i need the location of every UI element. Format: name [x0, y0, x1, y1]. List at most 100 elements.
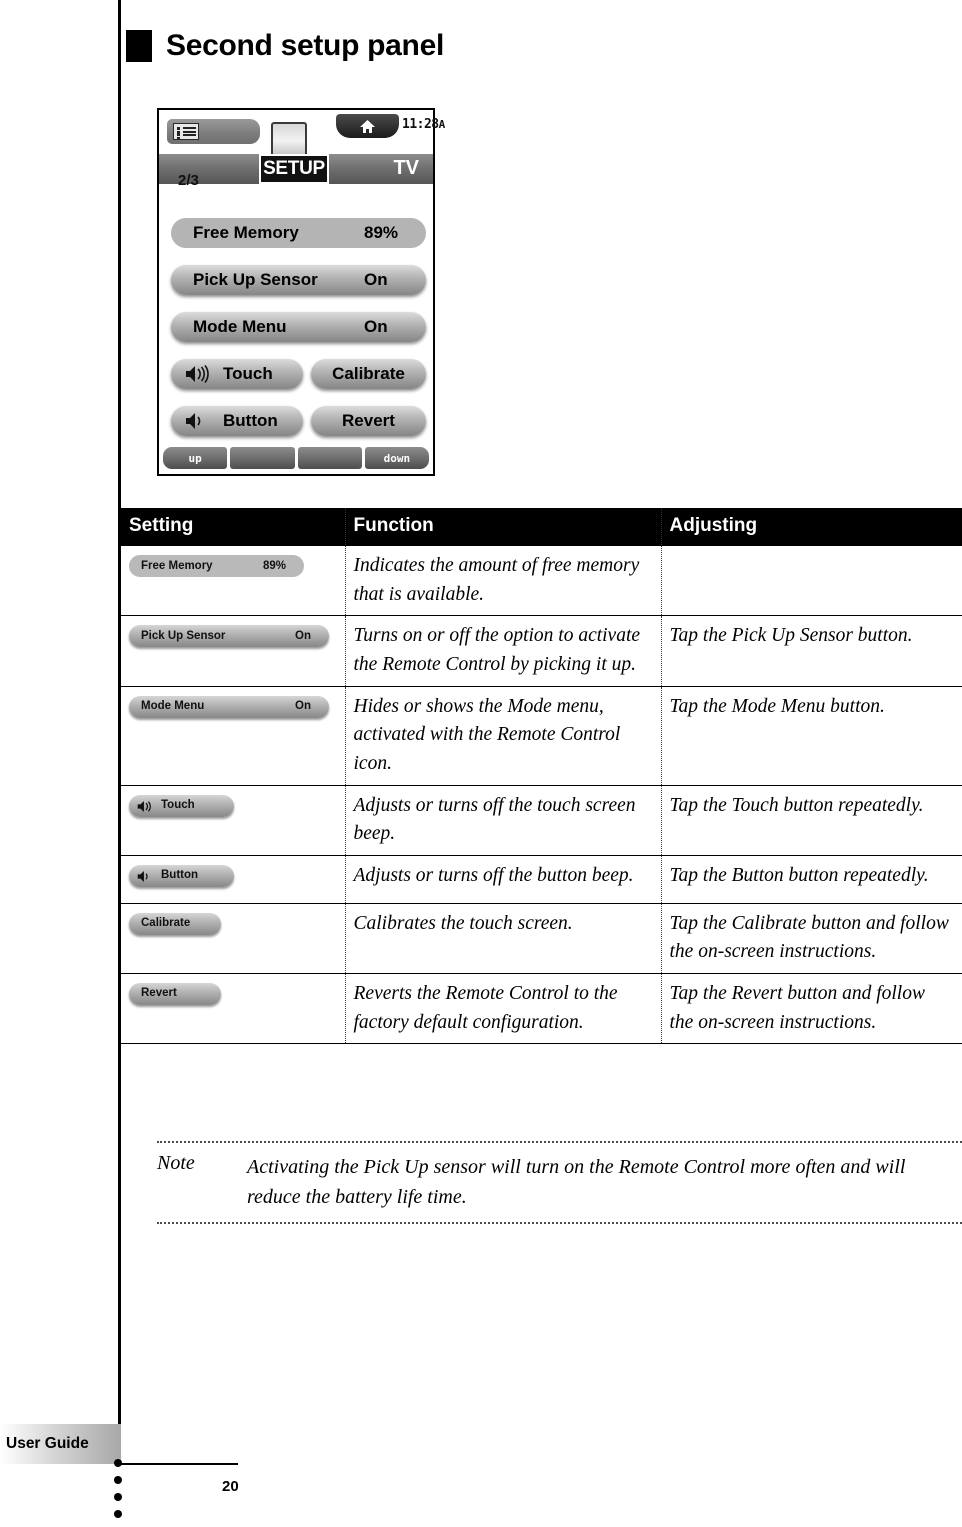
device-button-mode-menu-label: Mode Menu — [193, 317, 287, 336]
home-icon — [359, 119, 376, 134]
setting-button-value: On — [295, 629, 311, 642]
table-cell-setting: Touch — [121, 784, 345, 856]
setting-button-mode-menu[interactable]: Mode Menu On — [129, 695, 329, 718]
note-block: Note Activating the Pick Up sensor will … — [157, 1141, 962, 1224]
table-cell-setting: Button — [121, 854, 345, 904]
device-button-touch[interactable]: Touch — [171, 359, 303, 389]
note-text: Activating the Pick Up sensor will turn … — [247, 1156, 906, 1208]
device-button-revert-label: Revert — [342, 411, 395, 430]
table-cell-setting: Revert — [121, 972, 345, 1045]
device-button-calibrate-label: Calibrate — [332, 364, 405, 383]
setting-button-pick-up-sensor[interactable]: Pick Up Sensor On — [129, 625, 329, 648]
table-cell-adjusting: Tap the Revert button and follow the on-… — [660, 972, 962, 1045]
page-heading: Second setup panel — [126, 30, 444, 62]
device-button-button[interactable]: Button — [171, 406, 303, 436]
speaker-high-icon — [137, 800, 155, 819]
device-menu-tab[interactable] — [167, 119, 260, 144]
table-cell-adjusting: Tap the Pick Up Sensor button. — [660, 615, 962, 687]
device-screenshot: 11:28A SETUP TV 2/3 Free Memory 89% Pick… — [157, 108, 445, 476]
table-row: Button Adjusts or turns off the button be… — [121, 854, 962, 904]
list-menu-icon — [173, 123, 199, 140]
table-header-setting: Setting — [121, 508, 345, 546]
device-button-pickup-sensor-value: On — [364, 270, 388, 289]
note-rule-bottom — [157, 1222, 962, 1224]
setting-button-value: On — [295, 700, 311, 713]
page-title: Second setup panel — [166, 29, 444, 62]
table-row: Calibrate Calibrates the touch screen. Tap… — [121, 902, 962, 974]
setting-button-label: Free Memory — [141, 559, 213, 572]
device-clock: 11:28A — [402, 117, 445, 132]
table-cell-function: Adjusts or turns off the button beep. — [344, 854, 661, 904]
table-cell-function: Hides or shows the Mode menu, activated … — [344, 685, 661, 786]
table-cell-adjusting — [660, 544, 962, 616]
footer-dots — [114, 1459, 122, 1527]
device-button-calibrate[interactable]: Calibrate — [311, 359, 426, 389]
user-guide-page: Second setup panel 11:28A SETUP TV 2/3 F… — [0, 0, 962, 1527]
device-bottombar-blank-1[interactable] — [230, 447, 295, 469]
device-titlebar: SETUP TV — [159, 154, 433, 184]
table-cell-setting: Free Memory 89% — [121, 544, 345, 616]
device-button-pickup-sensor[interactable]: Pick Up Sensor On — [171, 265, 426, 295]
speaker-low-icon — [137, 870, 155, 889]
device-topbar: 11:28A — [159, 110, 445, 160]
setup-chip[interactable]: SETUP — [259, 154, 329, 184]
table-header-row: Setting Function Adjusting — [121, 508, 962, 546]
clock-time: 11:28 — [402, 117, 439, 132]
table-cell-setting: Pick Up Sensor On — [121, 615, 345, 687]
table-cell-adjusting: Tap the Mode Menu button. — [660, 685, 962, 786]
table-cell-adjusting: Tap the Button button repeatedly. — [660, 854, 962, 904]
device-bottombar-down[interactable]: down — [364, 447, 429, 469]
device-bottombar-up[interactable]: up — [163, 447, 228, 469]
device-home-tab[interactable] — [336, 114, 399, 138]
table-cell-setting: Calibrate — [121, 902, 345, 974]
table-body: Free Memory 89% Indicates the amount of fr… — [121, 544, 962, 1045]
device-button-button-label: Button — [223, 411, 278, 430]
device-button-free-memory-label: Free Memory — [193, 223, 299, 242]
setting-button-touch[interactable]: Touch — [129, 794, 234, 819]
note-label: Note — [157, 1152, 195, 1174]
setting-button-revert[interactable]: Revert — [129, 982, 221, 1005]
device-button-free-memory[interactable]: Free Memory 89% — [171, 218, 426, 248]
footer-guide-label: User Guide — [6, 1435, 89, 1452]
table-cell-function: Adjusts or turns off the touch screen be… — [344, 784, 661, 856]
device-bottombar-blank-2[interactable] — [297, 447, 362, 469]
setting-button-label: Pick Up Sensor — [141, 629, 226, 642]
device-button-mode-menu-value: On — [364, 317, 388, 336]
table-header-function: Function — [344, 508, 661, 546]
setting-button-button[interactable]: Button — [129, 864, 234, 889]
table-cell-function: Calibrates the touch screen. — [344, 902, 661, 974]
device-button-touch-label: Touch — [223, 364, 273, 383]
device-button-revert[interactable]: Revert — [311, 406, 426, 436]
table-row: Free Memory 89% Indicates the amount of fr… — [121, 544, 962, 616]
table-cell-function: Indicates the amount of free memory that… — [344, 544, 661, 616]
table-row: Pick Up Sensor On Turns on or off the opti… — [121, 615, 962, 687]
table-header-adjusting: Adjusting — [660, 508, 962, 546]
setting-button-calibrate[interactable]: Calibrate — [129, 912, 221, 935]
table-cell-setting: Mode Menu On — [121, 685, 345, 786]
device-mode-label: TV — [393, 157, 419, 179]
table-row: Mode Menu On Hides or shows the Mode menu,… — [121, 685, 962, 786]
table-row: Touch Adjusts or turns off the touch scre… — [121, 784, 962, 856]
setting-button-label: Touch — [161, 799, 195, 812]
setting-button-label: Revert — [141, 987, 177, 1000]
settings-table: Setting Function Adjusting Free Memory 89… — [121, 508, 962, 1045]
table-cell-function: Reverts the Remote Control to the factor… — [344, 972, 661, 1045]
footer-rule — [118, 1463, 238, 1465]
table-cell-function: Turns on or off the option to activate t… — [344, 615, 661, 687]
device-button-pickup-sensor-label: Pick Up Sensor — [193, 270, 318, 289]
page-number: 20 — [222, 1478, 239, 1495]
setting-button-label: Button — [161, 869, 199, 882]
table-cell-adjusting: Tap the Calibrate button and follow the … — [660, 902, 962, 974]
clock-ampm: A — [438, 118, 446, 131]
speaker-high-icon — [185, 364, 211, 388]
device-button-free-memory-value: 89% — [364, 223, 399, 242]
setting-button-label: Mode Menu — [141, 700, 205, 713]
heading-marker-square — [126, 30, 152, 62]
setting-button-label: Calibrate — [141, 917, 191, 930]
device-button-mode-menu[interactable]: Mode Menu On — [171, 312, 426, 342]
setting-button-free-memory[interactable]: Free Memory 89% — [129, 555, 304, 577]
speaker-low-icon — [185, 412, 211, 435]
table-cell-adjusting: Tap the Touch button repeatedly. — [660, 784, 962, 856]
device-page-indicator: 2/3 — [178, 172, 199, 189]
table-row: Revert Reverts the Remote Control to the … — [121, 972, 962, 1045]
